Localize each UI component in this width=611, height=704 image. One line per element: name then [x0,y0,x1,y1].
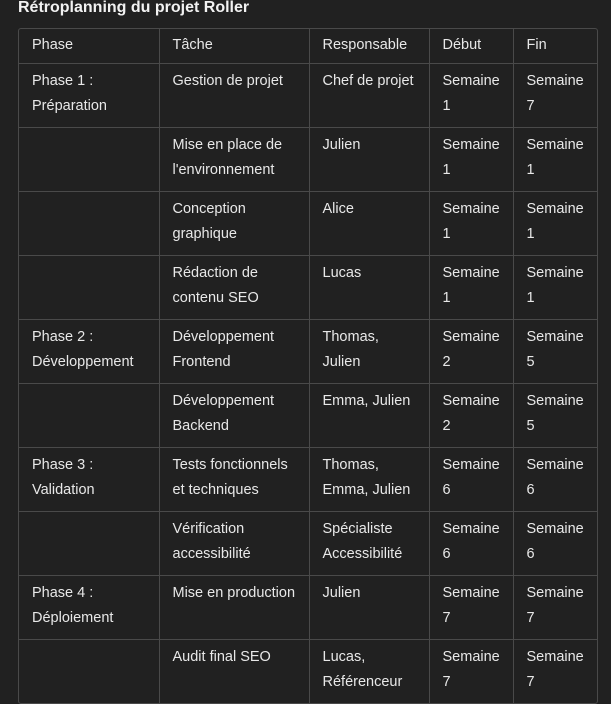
cell-task: Mise en place de l'environnement [159,127,310,192]
cell-start: Semaine 2 [429,383,514,448]
header-task: Tâche [159,29,310,64]
cell-start: Semaine 1 [429,191,514,256]
cell-start: Semaine 2 [429,319,514,384]
table-row: Phase 2 : Développement Développement Fr… [19,319,597,384]
table-row: Audit final SEO Lucas, Référenceur Semai… [19,639,597,703]
cell-phase [19,511,160,576]
cell-start: Semaine 7 [429,575,514,640]
cell-responsible: Spécialiste Accessibilité [309,511,430,576]
cell-start: Semaine 1 [429,127,514,192]
cell-start: Semaine 1 [429,255,514,320]
header-responsible: Responsable [309,29,430,64]
cell-start: Semaine 6 [429,447,514,512]
cell-responsible: Lucas, Référenceur [309,639,430,703]
cell-responsible: Thomas, Emma, Julien [309,447,430,512]
table-header-row: Phase Tâche Responsable Début Fin [19,29,597,64]
cell-phase [19,255,160,320]
retroplanning-table: Phase Tâche Responsable Début Fin Phase … [19,29,597,703]
cell-phase [19,639,160,703]
cell-start: Semaine 6 [429,511,514,576]
retroplanning-table-container: Phase Tâche Responsable Début Fin Phase … [18,28,598,704]
cell-responsible: Emma, Julien [309,383,430,448]
cell-phase: Phase 4 : Déploiement [19,575,160,640]
cell-responsible: Chef de projet [309,63,430,128]
header-start: Début [429,29,514,64]
cell-phase: Phase 2 : Développement [19,319,160,384]
table-row: Phase 3 : Validation Tests fonctionnels … [19,447,597,512]
cell-end: Semaine 7 [513,575,597,640]
table-row: Phase 1 : Préparation Gestion de projet … [19,63,597,128]
cell-end: Semaine 1 [513,127,597,192]
cell-phase [19,127,160,192]
table-row: Phase 4 : Déploiement Mise en production… [19,575,597,640]
cell-end: Semaine 6 [513,447,597,512]
cell-phase: Phase 1 : Préparation [19,63,160,128]
cell-task: Rédaction de contenu SEO [159,255,310,320]
page-title: Rétroplanning du projet Roller [18,0,250,16]
table-row: Mise en place de l'environnement Julien … [19,127,597,192]
cell-end: Semaine 7 [513,63,597,128]
cell-responsible: Thomas, Julien [309,319,430,384]
header-end: Fin [513,29,597,64]
cell-end: Semaine 1 [513,191,597,256]
cell-task: Gestion de projet [159,63,310,128]
cell-responsible: Julien [309,127,430,192]
table-row: Développement Backend Emma, Julien Semai… [19,383,597,448]
table-row: Vérification accessibilité Spécialiste A… [19,511,597,576]
cell-end: Semaine 1 [513,255,597,320]
table-row: Rédaction de contenu SEO Lucas Semaine 1… [19,255,597,320]
cell-task: Mise en production [159,575,310,640]
cell-start: Semaine 7 [429,639,514,703]
cell-responsible: Alice [309,191,430,256]
cell-task: Tests fonctionnels et techniques [159,447,310,512]
cell-end: Semaine 6 [513,511,597,576]
cell-phase [19,191,160,256]
cell-responsible: Julien [309,575,430,640]
cell-start: Semaine 1 [429,63,514,128]
cell-responsible: Lucas [309,255,430,320]
cell-task: Développement Frontend [159,319,310,384]
cell-task: Conception graphique [159,191,310,256]
cell-task: Développement Backend [159,383,310,448]
cell-end: Semaine 5 [513,383,597,448]
cell-task: Vérification accessibilité [159,511,310,576]
cell-end: Semaine 5 [513,319,597,384]
cell-phase [19,383,160,448]
header-phase: Phase [19,29,160,64]
table-row: Conception graphique Alice Semaine 1 Sem… [19,191,597,256]
cell-phase: Phase 3 : Validation [19,447,160,512]
cell-task: Audit final SEO [159,639,310,703]
cell-end: Semaine 7 [526,648,584,691]
